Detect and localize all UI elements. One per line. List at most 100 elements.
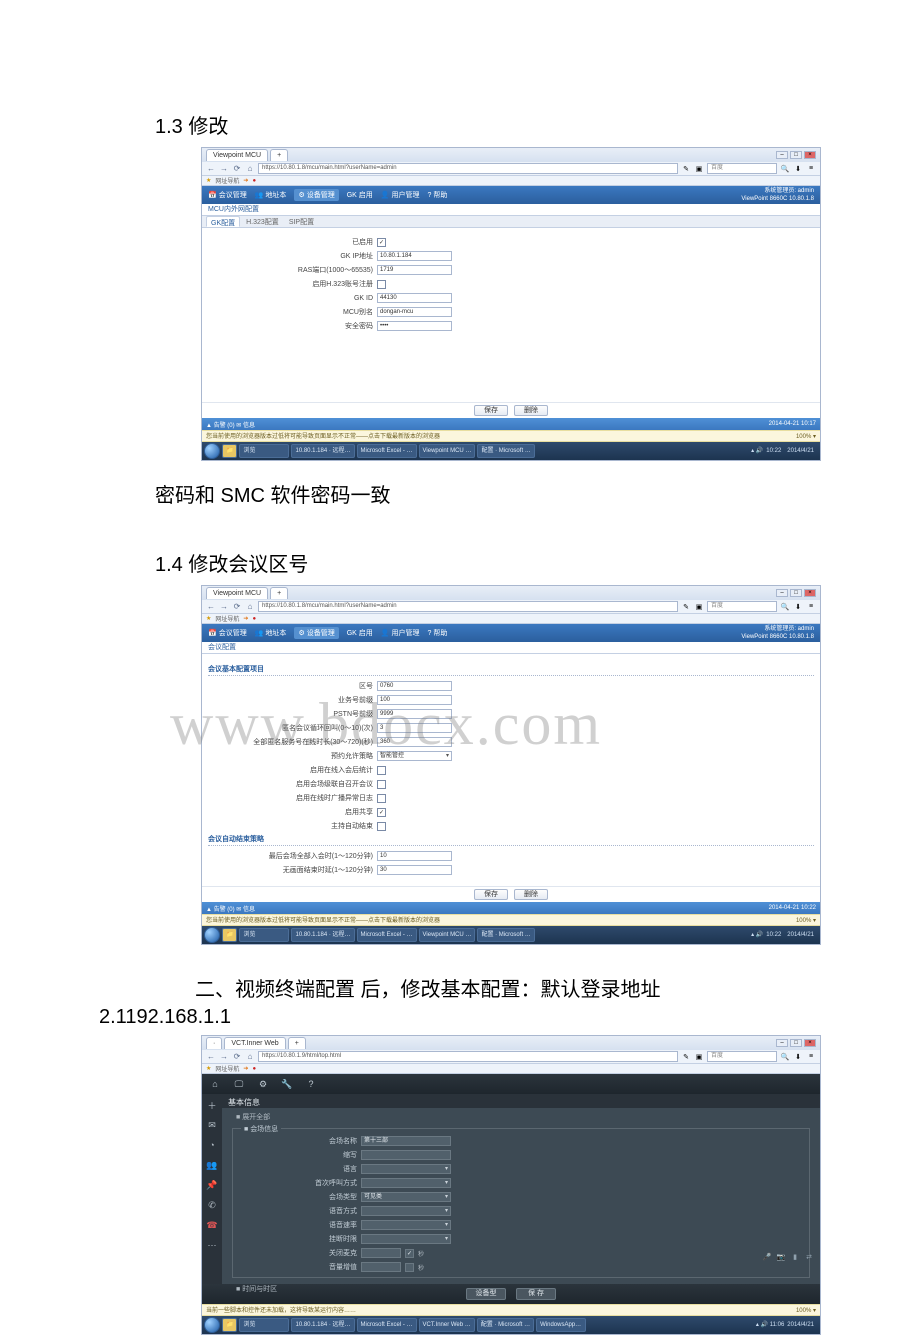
net-status-icon[interactable]: ▮ [790, 1252, 800, 1262]
pin-icon[interactable]: 📌 [205, 1178, 219, 1192]
mcu-alias-input[interactable]: dongan-mcu [377, 307, 452, 317]
search-input[interactable]: 百度 [707, 1051, 777, 1062]
search-input[interactable]: 百度 [707, 163, 777, 174]
start-button[interactable] [204, 927, 220, 943]
task-item[interactable]: WindowsApp… [536, 1318, 586, 1332]
noface-input[interactable]: 30 [377, 865, 452, 875]
task-item[interactable]: Microsoft Excel - … [357, 928, 417, 942]
gear-icon[interactable]: ⚙ [256, 1077, 270, 1091]
browser-tab[interactable]: · [206, 1037, 222, 1049]
mail-icon[interactable]: ✉ [205, 1118, 219, 1132]
delete-button[interactable]: 删除 [514, 405, 548, 416]
loop-input[interactable]: 3 [377, 723, 452, 733]
nav-home-icon[interactable]: ⌂ [245, 1052, 255, 1062]
gk-ip-input[interactable]: 10.80.1.184 [377, 251, 452, 261]
url-input[interactable]: https://10.80.1.9/html/top.html [258, 1051, 678, 1062]
nav-forward-icon[interactable]: → [219, 602, 229, 612]
favorites-link[interactable]: ★ [206, 615, 211, 622]
help-icon[interactable]: ? [304, 1077, 318, 1091]
hang-select[interactable] [361, 1234, 451, 1244]
wrench-icon[interactable]: 🔧 [280, 1077, 294, 1091]
nav-forward-icon[interactable]: → [219, 164, 229, 174]
task-item[interactable]: 配置 · Microsoft … [477, 928, 534, 942]
release-checkbox[interactable] [377, 780, 386, 789]
explorer-icon[interactable]: 📁 [222, 1318, 237, 1332]
cam-status-icon[interactable]: 📷 [776, 1252, 786, 1262]
task-item[interactable]: 10.80.1.184 · 远程… [291, 928, 354, 942]
edit-icon[interactable]: ✎ [681, 602, 691, 612]
task-item[interactable]: Microsoft Excel - … [357, 444, 417, 458]
bm-icon-2[interactable]: ● [252, 178, 256, 184]
mic-status-icon[interactable]: 🎤 [762, 1252, 772, 1262]
short-input[interactable] [361, 1150, 451, 1160]
zone-input[interactable]: 0760 [377, 681, 452, 691]
search-icon[interactable]: 🔍 [780, 164, 790, 174]
h323reg-checkbox[interactable] [377, 280, 386, 289]
task-item[interactable]: 浏览 [239, 928, 289, 942]
tab-gk[interactable]: GK配置 [206, 216, 240, 227]
mic-checkbox[interactable]: ✓ [405, 1249, 414, 1258]
nav-addressbook[interactable]: 👥 地址本 [255, 628, 287, 638]
nav-meeting[interactable]: 📅 会议管理 [208, 190, 247, 200]
time-legend[interactable]: 时间与时区 [242, 1286, 277, 1293]
save-button[interactable]: 保存 [474, 405, 508, 416]
nav-help[interactable]: ? 帮助 [428, 190, 448, 200]
status-left[interactable]: ▲ 告警 (0) ✉ 信息 [206, 420, 255, 429]
delete-button[interactable]: 删除 [514, 889, 548, 900]
browser-tab-new[interactable]: + [270, 587, 288, 599]
window-min-button[interactable]: – [776, 1039, 788, 1047]
window-max-button[interactable]: □ [790, 1039, 802, 1047]
home-icon[interactable]: ⌂ [208, 1077, 222, 1091]
nav-forward-icon[interactable]: → [219, 1052, 229, 1062]
start-button[interactable] [204, 1317, 220, 1333]
window-max-button[interactable]: □ [790, 151, 802, 159]
chair-checkbox[interactable] [377, 766, 386, 775]
nav-user[interactable]: 👤 用户管理 [381, 190, 420, 200]
menu-icon[interactable]: ≡ [806, 1052, 816, 1062]
zoom-indicator[interactable]: 100% ▾ [796, 431, 816, 441]
window-close-button[interactable]: × [804, 1039, 816, 1047]
voice-mode-select[interactable] [361, 1206, 451, 1216]
explorer-icon[interactable]: 📁 [222, 444, 237, 458]
window-min-button[interactable]: – [776, 151, 788, 159]
nav-home-icon[interactable]: ⌂ [245, 164, 255, 174]
url-input[interactable]: https://10.80.1.8/mcu/main.html?userName… [258, 163, 678, 174]
favorites-link[interactable]: ★ [206, 1065, 211, 1072]
lang-select[interactable] [361, 1164, 451, 1174]
layout-icon[interactable]: ▣ [694, 602, 704, 612]
save-button[interactable]: 保存 [474, 889, 508, 900]
task-item[interactable]: Viewpoint MCU … [419, 444, 476, 458]
nav-home-icon[interactable]: ⌂ [245, 602, 255, 612]
site-name-input[interactable]: 第十三部 [361, 1136, 451, 1146]
pstn-prefix-input[interactable]: 9999 [377, 709, 452, 719]
status-left[interactable]: ▲ 告警 (0) ✉ 信息 [206, 904, 255, 913]
nav-help[interactable]: ? 帮助 [428, 628, 448, 638]
nav-back-icon[interactable]: ← [206, 1052, 216, 1062]
nav-back-icon[interactable]: ← [206, 164, 216, 174]
task-item[interactable]: 配置 · Microsoft … [477, 1318, 534, 1332]
explorer-icon[interactable]: 📁 [222, 928, 237, 942]
system-tray[interactable]: ▴ 🔊 11:062014/4/21 [756, 1322, 818, 1329]
voice-rate-select[interactable] [361, 1220, 451, 1230]
layout-icon[interactable]: ▣ [694, 164, 704, 174]
clock-icon[interactable]: ◔ [205, 1138, 219, 1152]
favorites-link[interactable]: ★ [206, 177, 211, 184]
task-item[interactable]: 10.80.1.184 · 远程… [291, 1318, 354, 1332]
task-item[interactable]: 浏览 [239, 1318, 289, 1332]
window-close-button[interactable]: × [804, 589, 816, 597]
bcast-checkbox[interactable] [377, 794, 386, 803]
group-icon[interactable]: 👥 [205, 1158, 219, 1172]
tab-sip[interactable]: SIP配置 [285, 216, 318, 227]
search-icon[interactable]: 🔍 [780, 1052, 790, 1062]
bm-icon-2[interactable]: ● [252, 616, 256, 622]
add-icon[interactable]: ＋ [205, 1098, 219, 1112]
ras-port-input[interactable]: 1719 [377, 265, 452, 275]
maxjoin-input[interactable]: 10 [377, 851, 452, 861]
browser-tab[interactable]: VCT.Inner Web [224, 1037, 285, 1049]
nav-addressbook[interactable]: 👥 地址本 [255, 190, 287, 200]
task-item[interactable]: Microsoft Excel - … [357, 1318, 417, 1332]
download-icon[interactable]: ⬇ [793, 602, 803, 612]
share-checkbox[interactable]: ✓ [377, 808, 386, 817]
search-input[interactable]: 百度 [707, 601, 777, 612]
tab-h323[interactable]: H.323配置 [242, 216, 283, 227]
